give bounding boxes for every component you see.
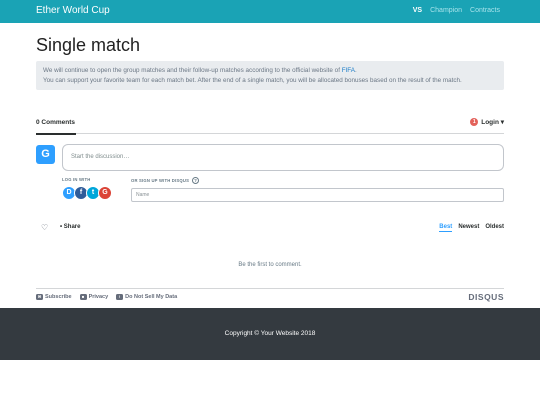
name-input[interactable]: [131, 188, 504, 202]
comment-textarea[interactable]: Start the discussion…: [62, 144, 504, 171]
privacy-link[interactable]: ■ Privacy: [79, 294, 109, 300]
notice-line-2: You can support your favorite team for e…: [43, 76, 462, 84]
sort-newest[interactable]: Newest: [458, 224, 479, 232]
privacy-label[interactable]: Privacy: [89, 294, 109, 300]
social-login-icons: D f t G: [62, 186, 112, 200]
copyright-text: Copyright © Your Website 2018: [224, 330, 316, 337]
lock-icon: ■: [79, 294, 87, 300]
share-bullet: •: [60, 224, 63, 230]
do-not-sell-label[interactable]: Do Not Sell My Data: [125, 294, 177, 300]
subscribe-link[interactable]: ✉ Subscribe: [36, 294, 72, 300]
warning-icon: !: [116, 294, 124, 300]
disqus-thread: 0 Comments 1 Login ▾ G Start the discuss…: [36, 114, 504, 302]
comment-count-tab[interactable]: 0 Comments: [36, 119, 77, 135]
google-login-icon[interactable]: G: [98, 186, 112, 200]
help-icon[interactable]: ?: [192, 177, 200, 184]
nav-link-vs[interactable]: VS: [413, 7, 422, 14]
brand-link[interactable]: Ether World Cup: [36, 5, 110, 16]
fifa-link[interactable]: FIFA: [342, 67, 355, 74]
share-label[interactable]: Share: [64, 224, 81, 230]
nav-link-champion[interactable]: Champion: [430, 7, 462, 14]
sort-best[interactable]: Best: [439, 224, 453, 232]
page-footer: Copyright © Your Website 2018: [0, 308, 540, 360]
share-button[interactable]: • Share: [60, 224, 80, 230]
notice-period: .: [354, 67, 357, 74]
signup-label-text: OR SIGN UP WITH DISQUS: [131, 178, 190, 183]
info-notice: We will continue to open the group match…: [36, 61, 504, 90]
signup-label: OR SIGN UP WITH DISQUS ?: [131, 177, 200, 184]
notice-line-1: We will continue to open the group match…: [43, 66, 497, 76]
login-label[interactable]: Login ▾: [481, 118, 504, 126]
notice-text: We will continue to open the group match…: [43, 67, 342, 74]
sort-oldest[interactable]: Oldest: [485, 224, 504, 232]
mail-icon: ✉: [36, 294, 43, 300]
top-navbar: Ether World Cup VS Champion Contracts: [0, 0, 540, 23]
do-not-sell-link[interactable]: ! Do Not Sell My Data: [116, 294, 177, 300]
heart-icon[interactable]: ♡: [41, 223, 48, 232]
nav-links: VS Champion Contracts: [413, 7, 500, 14]
disqus-header: 0 Comments 1 Login ▾: [36, 114, 504, 135]
sort-tabs: Best Newest Oldest: [439, 224, 504, 232]
nav-link-contracts[interactable]: Contracts: [470, 7, 500, 14]
subscribe-label[interactable]: Subscribe: [45, 294, 72, 300]
login-with-label: LOG IN WITH: [62, 177, 91, 182]
disqus-footer: ✉ Subscribe ■ Privacy ! Do Not Sell My D…: [36, 288, 504, 304]
thread-actions: ♡ • Share Best Newest Oldest: [36, 223, 504, 234]
disqus-logo[interactable]: DISQUS: [468, 292, 504, 302]
login-menu[interactable]: 1 Login ▾: [470, 118, 504, 126]
empty-comments-message: Be the first to comment.: [238, 262, 302, 268]
page-title: Single match: [36, 35, 141, 55]
notification-badge[interactable]: 1: [470, 118, 479, 126]
disqus-footer-links: ✉ Subscribe ■ Privacy ! Do Not Sell My D…: [36, 294, 177, 300]
avatar: G: [36, 145, 55, 164]
